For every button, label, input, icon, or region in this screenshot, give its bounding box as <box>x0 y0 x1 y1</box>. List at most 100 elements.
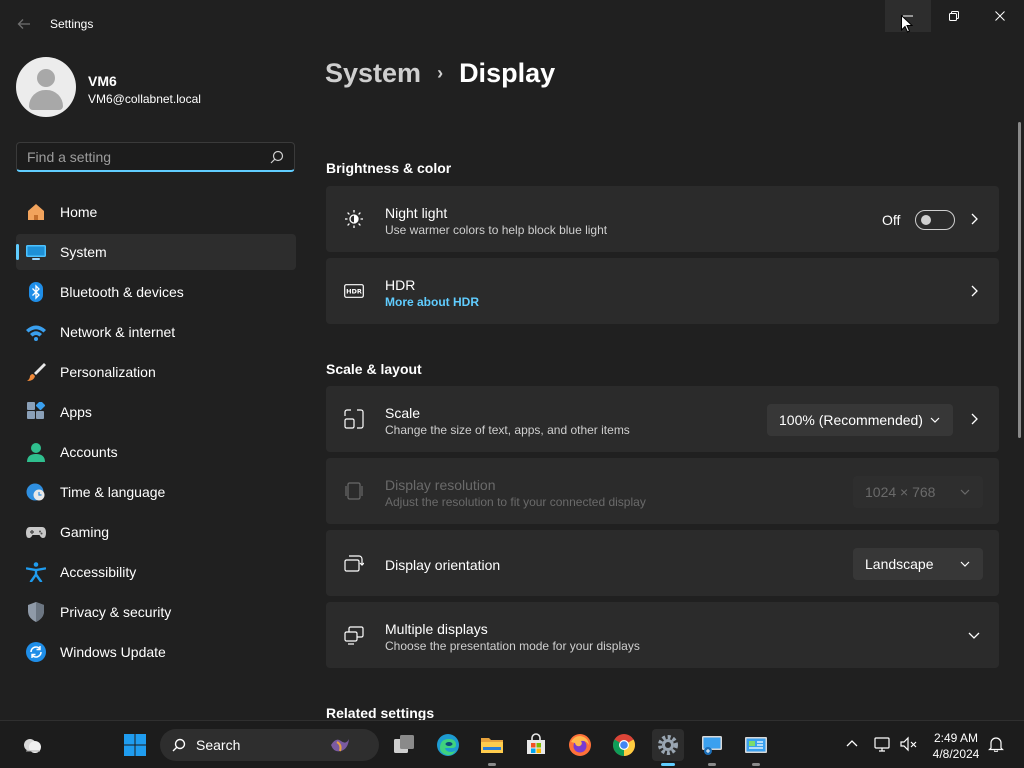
network-tray-button[interactable] <box>874 735 892 753</box>
section-scale-layout: Scale & layout <box>326 361 422 377</box>
remote-desktop-button[interactable] <box>696 729 728 766</box>
search-highlight-icon <box>331 739 349 752</box>
sidebar-item-accounts[interactable]: Accounts <box>16 434 296 470</box>
user-email: VM6@collabnet.local <box>88 92 201 106</box>
resolution-icon <box>345 482 363 500</box>
task-view-button[interactable] <box>388 729 420 761</box>
hdr-card[interactable]: HDR HDR More about HDR <box>326 258 999 324</box>
orientation-dropdown-value: Landscape <box>865 556 934 572</box>
sidebar-item-windows-update[interactable]: Windows Update <box>16 634 296 670</box>
sidebar-item-network[interactable]: Network & internet <box>16 314 296 350</box>
night-light-card[interactable]: Night light Use warmer colors to help bl… <box>326 186 999 252</box>
night-light-title: Night light <box>385 205 448 221</box>
chevron-right-icon[interactable] <box>967 412 981 426</box>
maximize-button[interactable] <box>931 0 977 32</box>
sidebar-item-privacy[interactable]: Privacy & security <box>16 594 296 630</box>
chevron-down-icon <box>930 417 940 423</box>
multiple-displays-desc: Choose the presentation mode for your di… <box>385 639 640 653</box>
control-panel-button[interactable] <box>740 729 772 766</box>
sidebar-item-label: Time & language <box>60 484 166 500</box>
active-indicator <box>661 763 675 766</box>
search-box[interactable] <box>16 142 295 172</box>
network-icon <box>874 737 890 752</box>
volume-tray-button[interactable] <box>900 735 918 753</box>
display-orientation-card[interactable]: Display orientation Landscape <box>326 530 999 596</box>
settings-button[interactable] <box>652 729 684 766</box>
resolution-dropdown: 1024 × 768 <box>853 476 983 508</box>
orientation-dropdown[interactable]: Landscape <box>853 548 983 580</box>
breadcrumb-system[interactable]: System <box>325 58 421 89</box>
edge-button[interactable] <box>432 729 464 761</box>
close-button[interactable] <box>977 0 1023 32</box>
chevron-right-icon[interactable] <box>967 212 981 226</box>
sidebar-item-apps[interactable]: Apps <box>16 394 296 430</box>
notifications-button[interactable] <box>987 735 1005 753</box>
search-input[interactable] <box>27 148 267 166</box>
hdr-more-link[interactable]: More about HDR <box>385 295 479 309</box>
scale-card[interactable]: Scale Change the size of text, apps, and… <box>326 386 999 452</box>
avatar[interactable] <box>16 57 76 117</box>
firefox-icon <box>569 734 591 756</box>
sidebar-item-accessibility[interactable]: Accessibility <box>16 554 296 590</box>
back-button[interactable] <box>10 12 38 36</box>
scale-icon <box>344 409 364 429</box>
home-icon <box>28 204 44 220</box>
store-icon <box>527 733 545 754</box>
sidebar-item-bluetooth[interactable]: Bluetooth & devices <box>16 274 296 310</box>
widgets-button[interactable] <box>16 729 48 761</box>
display-resolution-desc: Adjust the resolution to fit your connec… <box>385 495 646 509</box>
sidebar-item-label: Apps <box>60 404 92 420</box>
sidebar-item-label: Privacy & security <box>60 604 172 620</box>
section-related-settings: Related settings <box>326 705 435 721</box>
running-indicator <box>752 763 760 766</box>
task-view-icon <box>394 735 414 753</box>
multiple-displays-icon <box>344 626 364 645</box>
night-light-toggle[interactable] <box>915 210 955 230</box>
sidebar-item-label: Gaming <box>60 524 110 540</box>
resolution-dropdown-value: 1024 × 768 <box>865 484 936 500</box>
sidebar-item-personalization[interactable]: Personalization <box>16 354 296 390</box>
chrome-icon <box>613 734 635 756</box>
scale-dropdown[interactable]: 100% (Recommended) <box>767 404 953 436</box>
start-button[interactable] <box>119 729 151 761</box>
sidebar-item-time-language[interactable]: Time & language <box>16 474 296 510</box>
night-light-toggle-label: Off <box>882 212 901 228</box>
sidebar-item-label: System <box>60 244 107 260</box>
sidebar-item-home[interactable]: Home <box>16 194 296 230</box>
scale-title: Scale <box>385 405 421 421</box>
multiple-displays-title: Multiple displays <box>385 621 488 637</box>
sidebar-item-system[interactable]: System <box>16 234 296 270</box>
mouse-cursor-icon <box>901 15 913 33</box>
system-clock[interactable]: 2:49 AM 4/8/2024 <box>930 730 982 762</box>
globe-clock-icon <box>26 483 45 501</box>
section-brightness-color: Brightness & color <box>326 160 452 176</box>
hdr-title: HDR <box>385 277 416 293</box>
show-hidden-icons-button[interactable] <box>843 735 861 753</box>
scrollbar[interactable] <box>1018 122 1021 438</box>
taskbar-search-label: Search <box>196 737 241 753</box>
taskbar-search[interactable]: Search <box>160 729 379 761</box>
brush-icon <box>27 363 46 381</box>
chevron-right-icon[interactable] <box>967 284 981 298</box>
edge-icon <box>437 734 459 756</box>
chevron-down-icon[interactable] <box>967 628 981 642</box>
accessibility-icon <box>26 562 46 582</box>
app-title: Settings <box>50 17 94 31</box>
file-explorer-button[interactable] <box>476 729 508 766</box>
sidebar-item-gaming[interactable]: Gaming <box>16 514 296 550</box>
sidebar-nav: Home System Bluetooth & devices Network … <box>16 194 296 674</box>
hdr-icon: HDR <box>344 284 364 298</box>
sidebar-item-label: Home <box>60 204 98 220</box>
file-explorer-icon <box>481 738 503 753</box>
toggle-knob <box>921 215 931 225</box>
display-orientation-title: Display orientation <box>385 557 501 573</box>
arrow-left-icon <box>17 19 30 29</box>
multiple-displays-card[interactable]: Multiple displays Choose the presentatio… <box>326 602 999 668</box>
chrome-button[interactable] <box>608 729 640 761</box>
breadcrumb: System › Display <box>325 58 555 89</box>
search-icon[interactable] <box>270 150 284 164</box>
sidebar-item-label: Personalization <box>60 364 156 380</box>
control-panel-icon <box>745 737 767 753</box>
firefox-button[interactable] <box>564 729 596 761</box>
store-button[interactable] <box>520 729 552 761</box>
